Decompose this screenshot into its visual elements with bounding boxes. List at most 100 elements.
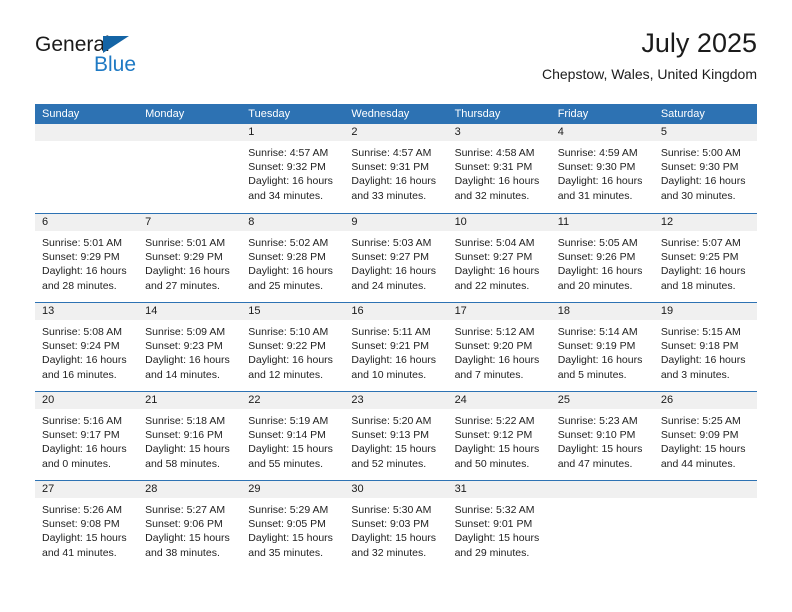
daylight-text-line1: Daylight: 16 hours: [42, 265, 127, 278]
daylight-text-line2: and 30 minutes.: [660, 189, 736, 202]
day-cell[interactable]: 22 Sunrise: 5:19 AM Sunset: 9:14 PM Dayligh…: [241, 392, 345, 480]
sunrise-text: Sunrise: 5:04 AM: [454, 237, 535, 249]
daylight-text-line2: and 50 minutes.: [454, 457, 530, 470]
day-cell[interactable]: 12 Sunrise: 5:07 AM Sunset: 9:25 PM Dayligh…: [653, 214, 757, 302]
daylight-text-line2: and 27 minutes.: [145, 279, 220, 292]
day-cell[interactable]: 5 Sunrise: 5:00 AM Sunset: 9:30 PM Daylight…: [653, 124, 757, 213]
daylight-text-line1: Daylight: 16 hours: [454, 175, 540, 188]
sunset-text: Sunset: 9:31 PM: [454, 161, 533, 174]
sunset-text: Sunset: 9:19 PM: [557, 340, 636, 353]
weekday-header-thursday: Thursday: [454, 108, 501, 120]
sunset-text: Sunset: 9:13 PM: [351, 429, 430, 442]
day-number: 5: [653, 124, 757, 141]
day-cell[interactable]: 2 Sunrise: 4:57 AM Sunset: 9:31 PM Daylight…: [344, 124, 448, 213]
day-cell[interactable]: 27 Sunrise: 5:26 AM Sunset: 9:08 PM Dayligh…: [35, 481, 139, 569]
daylight-text-line2: and 3 minutes.: [660, 368, 730, 381]
day-cell[interactable]: 16 Sunrise: 5:11 AM Sunset: 9:21 PM Dayligh…: [344, 303, 448, 391]
day-cell[interactable]: 14 Sunrise: 5:09 AM Sunset: 9:23 PM Dayligh…: [138, 303, 242, 391]
sunset-text: Sunset: 9:25 PM: [660, 251, 739, 264]
daylight-text-line2: and 12 minutes.: [248, 368, 323, 381]
daylight-text-line1: Daylight: 16 hours: [248, 354, 333, 367]
day-cell[interactable]: 8 Sunrise: 5:02 AM Sunset: 9:28 PM Daylight…: [241, 214, 345, 302]
sunrise-text: Sunrise: 5:09 AM: [145, 326, 226, 338]
day-details: Sunrise: 5:08 AM Sunset: 9:24 PM Daylight:…: [35, 320, 138, 382]
sunset-text: Sunset: 9:32 PM: [248, 161, 326, 174]
day-number: 17: [447, 303, 551, 320]
day-cell[interactable]: 19 Sunrise: 5:15 AM Sunset: 9:18 PM Dayligh…: [653, 303, 757, 391]
sunrise-text: Sunrise: 4:57 AM: [248, 147, 329, 159]
day-cell[interactable]: 9 Sunrise: 5:03 AM Sunset: 9:27 PM Daylight…: [344, 214, 448, 302]
day-number: 28: [138, 481, 242, 498]
day-details: Sunrise: 5:19 AM Sunset: 9:14 PM Daylight:…: [241, 409, 344, 471]
day-number: [550, 481, 654, 498]
day-cell[interactable]: 10 Sunrise: 5:04 AM Sunset: 9:27 PM Dayligh…: [447, 214, 551, 302]
day-number: 24: [447, 392, 551, 409]
sunset-text: Sunset: 9:16 PM: [145, 429, 223, 442]
sunrise-text: Sunrise: 5:01 AM: [42, 237, 122, 249]
brand-logo[interactable]: General Blue: [35, 34, 235, 86]
daylight-text-line2: and 47 minutes.: [557, 457, 633, 470]
daylight-text-line1: Daylight: 16 hours: [454, 265, 540, 278]
daylight-text-line1: Daylight: 16 hours: [351, 354, 437, 367]
sunset-text: Sunset: 9:30 PM: [660, 161, 739, 174]
day-number: [138, 124, 242, 141]
day-cell[interactable]: 1 Sunrise: 4:57 AM Sunset: 9:32 PM Daylight…: [241, 124, 345, 213]
day-cell[interactable]: 18 Sunrise: 5:14 AM Sunset: 9:19 PM Dayligh…: [550, 303, 654, 391]
calendar-week-row: 13 Sunrise: 5:08 AM Sunset: 9:24 PM Dayligh…: [35, 302, 757, 391]
day-cell[interactable]: 21 Sunrise: 5:18 AM Sunset: 9:16 PM Dayligh…: [138, 392, 242, 480]
day-number: 30: [344, 481, 448, 498]
day-details: Sunrise: 5:22 AM Sunset: 9:12 PM Daylight:…: [448, 409, 551, 471]
day-cell[interactable]: 23 Sunrise: 5:20 AM Sunset: 9:13 PM Dayligh…: [344, 392, 448, 480]
daylight-text-line1: Daylight: 16 hours: [145, 354, 230, 367]
daylight-text-line2: and 24 minutes.: [351, 279, 427, 292]
day-cell[interactable]: 25 Sunrise: 5:23 AM Sunset: 9:10 PM Dayligh…: [550, 392, 654, 480]
day-cell[interactable]: 24 Sunrise: 5:22 AM Sunset: 9:12 PM Dayligh…: [447, 392, 551, 480]
daylight-text-line2: and 25 minutes.: [248, 279, 323, 292]
day-cell[interactable]: 29 Sunrise: 5:29 AM Sunset: 9:05 PM Dayligh…: [241, 481, 345, 569]
day-cell[interactable]: 28 Sunrise: 5:27 AM Sunset: 9:06 PM Dayligh…: [138, 481, 242, 569]
daylight-text-line2: and 10 minutes.: [351, 368, 427, 381]
sunset-text: Sunset: 9:27 PM: [351, 251, 430, 264]
day-cell[interactable]: 11 Sunrise: 5:05 AM Sunset: 9:26 PM Dayligh…: [550, 214, 654, 302]
weekday-header-row: Sunday Monday Tuesday Wednesday Thursday…: [35, 104, 757, 124]
day-cell[interactable]: 15 Sunrise: 5:10 AM Sunset: 9:22 PM Dayligh…: [241, 303, 345, 391]
daylight-text-line1: Daylight: 15 hours: [248, 443, 333, 456]
day-details: Sunrise: 5:15 AM Sunset: 9:18 PM Daylight:…: [654, 320, 757, 382]
sunset-text: Sunset: 9:27 PM: [454, 251, 533, 264]
day-cell[interactable]: 26 Sunrise: 5:25 AM Sunset: 9:09 PM Dayligh…: [653, 392, 757, 480]
daylight-text-line1: Daylight: 15 hours: [660, 443, 746, 456]
sunset-text: Sunset: 9:30 PM: [557, 161, 636, 174]
day-number: 29: [241, 481, 345, 498]
daylight-text-line2: and 28 minutes.: [42, 279, 117, 292]
daylight-text-line1: Daylight: 16 hours: [557, 354, 643, 367]
day-cell[interactable]: 17 Sunrise: 5:12 AM Sunset: 9:20 PM Dayligh…: [447, 303, 551, 391]
day-details: Sunrise: 4:59 AM Sunset: 9:30 PM Daylight:…: [551, 141, 654, 203]
day-number: 1: [241, 124, 345, 141]
sunrise-text: Sunrise: 5:19 AM: [248, 415, 329, 427]
sunrise-text: Sunrise: 5:27 AM: [145, 504, 226, 516]
sunrise-text: Sunrise: 5:18 AM: [145, 415, 226, 427]
day-cell[interactable]: 4 Sunrise: 4:59 AM Sunset: 9:30 PM Daylight…: [550, 124, 654, 213]
daylight-text-line1: Daylight: 16 hours: [454, 354, 540, 367]
calendar-weeks: 1 Sunrise: 4:57 AM Sunset: 9:32 PM Daylight…: [35, 124, 757, 569]
day-cell[interactable]: 7 Sunrise: 5:01 AM Sunset: 9:29 PM Daylight…: [138, 214, 242, 302]
day-details: Sunrise: 5:12 AM Sunset: 9:20 PM Daylight:…: [448, 320, 551, 382]
daylight-text-line1: Daylight: 16 hours: [42, 443, 127, 456]
daylight-text-line1: Daylight: 15 hours: [351, 443, 437, 456]
daylight-text-line1: Daylight: 15 hours: [248, 532, 333, 545]
day-details: Sunrise: 5:23 AM Sunset: 9:10 PM Daylight:…: [551, 409, 654, 471]
daylight-text-line2: and 31 minutes.: [557, 189, 633, 202]
day-number: 14: [138, 303, 242, 320]
day-cell[interactable]: 31 Sunrise: 5:32 AM Sunset: 9:01 PM Dayligh…: [447, 481, 551, 569]
day-cell[interactable]: 6 Sunrise: 5:01 AM Sunset: 9:29 PM Daylight…: [35, 214, 139, 302]
daylight-text-line2: and 16 minutes.: [42, 368, 117, 381]
day-details: Sunrise: 5:32 AM Sunset: 9:01 PM Daylight:…: [448, 498, 551, 560]
day-cell[interactable]: 30 Sunrise: 5:30 AM Sunset: 9:03 PM Dayligh…: [344, 481, 448, 569]
day-cell[interactable]: 3 Sunrise: 4:58 AM Sunset: 9:31 PM Daylight…: [447, 124, 551, 213]
page-title: July 2025: [641, 28, 757, 58]
daylight-text-line2: and 55 minutes.: [248, 457, 323, 470]
day-number: 11: [550, 214, 654, 231]
day-cell[interactable]: 13 Sunrise: 5:08 AM Sunset: 9:24 PM Dayligh…: [35, 303, 139, 391]
day-number: 9: [344, 214, 448, 231]
day-cell[interactable]: 20 Sunrise: 5:16 AM Sunset: 9:17 PM Dayligh…: [35, 392, 139, 480]
